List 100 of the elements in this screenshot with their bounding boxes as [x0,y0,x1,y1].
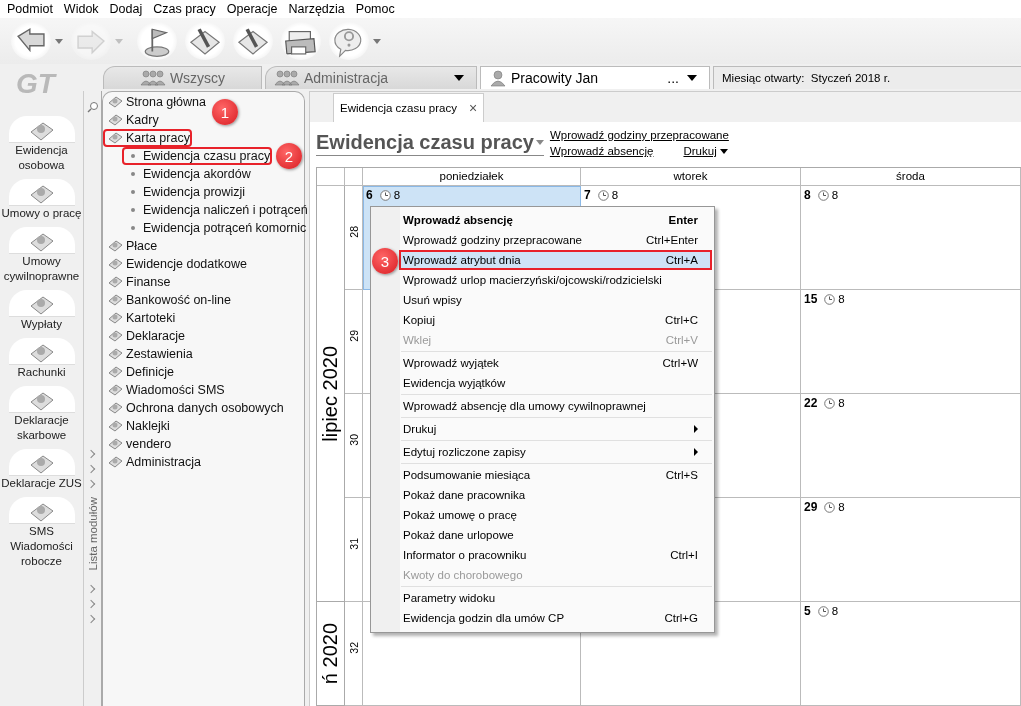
week-number: 29 [347,330,360,342]
menu-item[interactable]: Dodaj [103,2,148,16]
tab[interactable]: Pracowity Jan ... [480,66,710,89]
clock-icon [824,293,836,305]
toolbar-button[interactable] [281,22,321,60]
module-button[interactable]: Umowy cywilnoprawne [0,227,83,284]
menu-item[interactable]: Pokaż dane urlopowe [399,525,712,545]
tree-item[interactable]: Ewidencja naliczeń i potrąceń [122,201,310,219]
bullet-icon [131,226,135,230]
menu-item[interactable]: Wprowadź wyjątek Ctrl+W [399,353,712,373]
caret-icon [454,75,464,81]
tree-item[interactable]: vendero [103,435,174,453]
menu-item[interactable]: Ewidencja godzin dla umów CP Ctrl+G [399,608,712,628]
tree-item[interactable]: Administracja [103,453,204,471]
tree-item[interactable]: Ewidencja prowizji [122,183,248,201]
tree-item[interactable]: Definicje [103,363,176,381]
menu-item[interactable]: Widok [57,2,104,16]
menu-item[interactable]: Kopiuj Ctrl+C [399,310,712,330]
menu-item[interactable]: Narzędzia [282,2,350,16]
panel-label[interactable]: Lista modułów [86,497,99,571]
tree-item[interactable]: Ochrona danych osobowych [103,399,286,417]
clock-icon [817,189,829,201]
sheet-icon [108,95,123,109]
tree-item[interactable]: Bankowość on-line [103,291,233,309]
tree-item[interactable]: Karta pracy [103,129,192,147]
module-button[interactable]: Deklaracje skarbowe [0,386,83,443]
menu-item[interactable]: Operacje [220,2,283,16]
menu-item[interactable]: Usuń wpisy [399,290,712,310]
tree-item[interactable]: Ewidencja akordów [122,165,253,183]
day-cell[interactable]: 15 8 [801,290,1021,394]
tree-item[interactable]: Deklaracje [103,327,188,345]
day-number: 22 [804,396,818,410]
toolbar-button[interactable] [185,22,225,60]
menu-item[interactable]: Pokaż dane pracownika [399,485,712,505]
tab[interactable]: Miesiąc otwarty: Styczeń 2018 r. [713,66,1021,89]
toolbar-button[interactable] [233,22,273,60]
day-cell[interactable]: 22 8 [801,394,1021,498]
tree-item[interactable]: Kadry [103,111,161,129]
menu-item[interactable]: Drukuj [399,419,712,439]
sheet-icon [108,293,123,307]
day-number: 15 [804,292,818,306]
menu-item[interactable]: Czas pracy [147,2,221,16]
link[interactable]: Wprowadź absencję [549,145,654,157]
day-cell[interactable]: 29 8 [801,498,1021,602]
caret-icon [115,38,123,44]
sheet-icon [28,501,55,523]
tree-item[interactable]: Ewidencje dodatkowe [103,255,249,273]
bullet-icon [131,190,135,194]
tree-item[interactable]: Finanse [103,273,173,291]
bullet-icon [131,208,135,212]
menu-item[interactable]: Parametry widoku [399,588,712,608]
view-title-dropdown[interactable]: Ewidencja czasu pracy [316,131,544,156]
document-tab[interactable]: Ewidencja czasu pracy × [333,93,485,122]
tree-item[interactable]: Kartoteki [103,309,178,327]
menu-item[interactable]: Edytuj rozliczone zapisy [399,442,712,462]
sheet-icon [28,453,55,475]
menu-item[interactable]: Wprowadź atrybut dnia Ctrl+A [399,250,712,270]
people-icon [139,69,166,87]
tree-item[interactable]: Ewidencja potrąceń komornic [122,219,309,237]
caret-icon [687,75,697,81]
module-button[interactable]: SMS Wiadomości robocze [0,497,83,569]
help-icon [329,22,369,60]
menu-item[interactable]: Wprowadź absencję dla umowy cywilnoprawnej [399,396,712,416]
close-button[interactable]: × [469,100,478,116]
module-button[interactable]: Ewidencja osobowa [0,116,83,173]
day-number: 8 [804,188,811,202]
clock-icon [597,189,609,201]
tab[interactable]: Wszyscy [103,66,262,89]
hours-value: 8 [838,501,845,513]
toolbar-button[interactable] [11,22,63,60]
menu-item[interactable]: Ewidencja wyjątków [399,373,712,393]
person-icon [489,69,507,87]
day-number: 5 [804,604,811,618]
tree-item[interactable]: Naklejki [103,417,172,435]
sheet-icon [108,275,123,289]
people-icon [274,69,300,87]
sheet-icon [28,390,55,412]
menu-item[interactable]: Informator o pracowniku Ctrl+I [399,545,712,565]
link[interactable]: Drukuj [683,145,728,157]
toolbar-button[interactable] [329,22,381,60]
tree-item[interactable]: Ewidencja czasu pracy [122,147,273,165]
hours-value: 8 [831,605,839,617]
tree-item[interactable]: Zestawienia [103,345,195,363]
menu-item[interactable]: Pomoc [349,2,400,16]
week-number: 32 [347,642,360,654]
link[interactable]: Wprowadź godziny przepracowane [549,129,729,141]
menu-item[interactable]: Podmiot [1,2,58,16]
day-cell[interactable]: 8 8 [801,186,1021,290]
submenu-arrow-icon [694,425,698,433]
clock-icon [379,189,391,201]
tree-item[interactable]: Płace [103,237,160,255]
toolbar-button[interactable] [137,22,177,60]
pen-icon [233,22,273,60]
tab[interactable]: Administracja [265,66,477,89]
day-cell[interactable]: 5 8 [801,602,1021,706]
tree-item[interactable]: Strona główna [103,93,208,111]
menu-item[interactable]: Pokaż umowę o pracę [399,505,712,525]
tree-item[interactable]: Wiadomości SMS [103,381,227,399]
caret-icon [719,148,728,154]
menu-item[interactable]: Podsumowanie miesiąca Ctrl+S [399,465,712,485]
